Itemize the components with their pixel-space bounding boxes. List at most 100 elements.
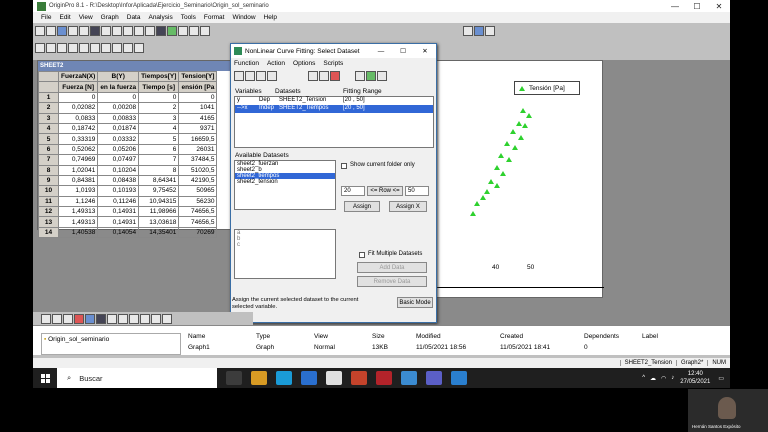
taskbar-search[interactable]: ⌕ Buscar	[57, 368, 217, 388]
worksheet-row[interactable]: 2 0,02082 0,00208 2 1041	[38, 102, 218, 114]
worksheet-row[interactable]: 13 1,49313 0,14931 13,03618 74656,5	[38, 216, 218, 228]
region-icon[interactable]	[85, 313, 95, 324]
data-cell[interactable]: 0,11246	[97, 195, 140, 208]
menu-help[interactable]: Help	[264, 14, 277, 21]
data-cell[interactable]: 0,84381	[57, 174, 99, 187]
dialog-menu-function[interactable]: Function	[234, 60, 259, 67]
data-cell[interactable]: 1,49313	[57, 206, 99, 218]
fit-tool-icon[interactable]	[319, 71, 329, 81]
fit-tool-icon[interactable]	[355, 71, 365, 81]
worksheet-row[interactable]: 10000	[38, 91, 218, 104]
notes-icon[interactable]	[200, 25, 210, 36]
worksheet-row[interactable]: 4 0,18742 0,01874 4 9371	[38, 122, 218, 135]
worksheet-row[interactable]: 6 0,52062 0,05206 6 26031	[38, 143, 218, 156]
dialog-minimize-button[interactable]: —	[370, 48, 392, 55]
row-number[interactable]: 5	[38, 133, 59, 145]
data-cell[interactable]: 7	[138, 154, 180, 166]
fit-tool-icon[interactable]	[366, 71, 376, 81]
data-cell[interactable]: 1,49313	[57, 216, 99, 228]
worksheet-table[interactable]: FuerzaN(X) B(Y) Tiempos[Y] Tension[Y] Fu…	[38, 70, 218, 239]
assign-button[interactable]: Assign	[344, 201, 380, 212]
data-cell[interactable]: 4	[138, 122, 180, 135]
worksheet-row[interactable]: 8 1,02041 0,10204 8 51020,5	[38, 164, 218, 176]
table-icon[interactable]	[123, 42, 133, 53]
notification-icon[interactable]: ▭	[718, 375, 724, 382]
data-cell[interactable]: 1041	[178, 102, 218, 114]
sort-icon[interactable]	[90, 42, 100, 53]
layer-icon[interactable]	[474, 25, 484, 36]
data-cell[interactable]: 0,74969	[57, 154, 99, 166]
arrange-icon[interactable]	[485, 25, 495, 36]
data-cell[interactable]: 0,10193	[97, 185, 140, 197]
dialog-menu-scripts[interactable]: Scripts	[323, 60, 343, 67]
clock-icon[interactable]	[134, 42, 144, 53]
screen-reader-icon[interactable]	[140, 313, 150, 324]
mask-tool-icon[interactable]	[74, 313, 84, 324]
data-cell[interactable]: 1,02041	[57, 164, 99, 176]
data-cell[interactable]: 0,08438	[97, 174, 140, 187]
data-cell[interactable]: 42190,5	[178, 174, 218, 187]
row-number[interactable]: 11	[38, 195, 59, 208]
menu-tools[interactable]: Tools	[181, 14, 196, 21]
multi-dataset-list[interactable]: a b c	[234, 229, 336, 279]
worksheet-row[interactable]: 12 1,49313 0,14931 11,98966 74656,5	[38, 206, 218, 218]
acrobat-icon[interactable]	[376, 371, 392, 385]
dialog-close-button[interactable]: ✕	[414, 47, 436, 55]
save-icon[interactable]	[101, 25, 111, 36]
worksheet-row[interactable]: 7 0,74969 0,07497 7 37484,5	[38, 154, 218, 166]
column-header[interactable]: B(Y)	[97, 70, 140, 83]
maximize-button[interactable]: ☐	[686, 2, 708, 11]
data-cell[interactable]: 11,98966	[138, 206, 180, 218]
command-window-icon[interactable]	[189, 25, 199, 36]
data-cell[interactable]: 0,03332	[97, 133, 140, 145]
new-matrix-icon[interactable]	[68, 25, 78, 36]
file-list-row[interactable]: Graph1 Graph Normal 13KB 11/05/2021 18:5…	[188, 342, 718, 353]
data-cell[interactable]: 0	[138, 91, 180, 104]
row-range-button[interactable]: <= Row <=	[367, 186, 403, 196]
dataset-item[interactable]: sheet2_tension	[235, 179, 335, 185]
refresh-icon[interactable]	[134, 25, 144, 36]
column-header[interactable]: FuerzaN(X)	[57, 70, 99, 83]
data-cell[interactable]: 0,33319	[57, 133, 99, 145]
code-builder-icon[interactable]	[178, 25, 188, 36]
data-cell[interactable]: 0,10204	[97, 164, 140, 176]
rectangle-icon[interactable]	[96, 313, 106, 324]
mail-icon[interactable]	[326, 371, 342, 385]
zoom-icon[interactable]	[463, 25, 473, 36]
minimize-button[interactable]: —	[664, 2, 686, 11]
column-x-icon[interactable]	[35, 42, 45, 53]
data-cell[interactable]: 0,14054	[97, 226, 140, 239]
column-header[interactable]: Tension[Y]	[178, 70, 218, 83]
graph-legend[interactable]: Tensión [Pa]	[514, 81, 580, 95]
available-datasets-list[interactable]: sheet2_fuerzan sheet2_b sheet2_tiempos s…	[234, 160, 336, 210]
fit-tool-icon[interactable]	[234, 71, 244, 81]
row-number[interactable]: 13	[38, 216, 59, 228]
ellipse-icon[interactable]	[162, 313, 172, 324]
line-icon[interactable]	[63, 313, 73, 324]
data-cell[interactable]: 0,14931	[97, 216, 140, 228]
graph-window[interactable]: Tensión [Pa] 40 50	[433, 60, 604, 298]
row-from-input[interactable]: 20	[341, 186, 365, 196]
data-cell[interactable]: 0,01874	[97, 122, 140, 135]
column-z-icon[interactable]	[57, 42, 67, 53]
worksheet-row[interactable]: 5 0,33319 0,03332 5 16659,5	[38, 133, 218, 145]
statistics-icon[interactable]	[79, 42, 89, 53]
cloud-icon[interactable]: ☁	[650, 375, 656, 382]
script-icon[interactable]	[156, 25, 166, 36]
data-cell[interactable]: 6	[138, 143, 180, 156]
row-number[interactable]: 9	[38, 174, 59, 187]
menu-format[interactable]: Format	[204, 14, 225, 21]
data-cell[interactable]: 16659,5	[178, 133, 218, 145]
curved-arrow-icon[interactable]	[129, 313, 139, 324]
data-cell[interactable]: 0,07497	[97, 154, 140, 166]
longname-cell[interactable]: en la fuerza	[97, 81, 140, 93]
data-cell[interactable]: 14,35401	[138, 226, 180, 239]
row-number[interactable]: 3	[38, 112, 59, 124]
worksheet-row[interactable]: 9 0,84381 0,08438 8,64341 42190,5	[38, 174, 218, 187]
data-cell[interactable]: 5	[138, 133, 180, 145]
data-cell[interactable]: 0,00833	[97, 112, 140, 124]
edge-icon[interactable]	[276, 371, 292, 385]
print-icon[interactable]	[123, 25, 133, 36]
variable-row[interactable]: y Dep SHEET2_Tension [20 , 50]	[235, 97, 433, 105]
project-file-list[interactable]: Name Type View Size Modified Created Dep…	[188, 331, 718, 355]
